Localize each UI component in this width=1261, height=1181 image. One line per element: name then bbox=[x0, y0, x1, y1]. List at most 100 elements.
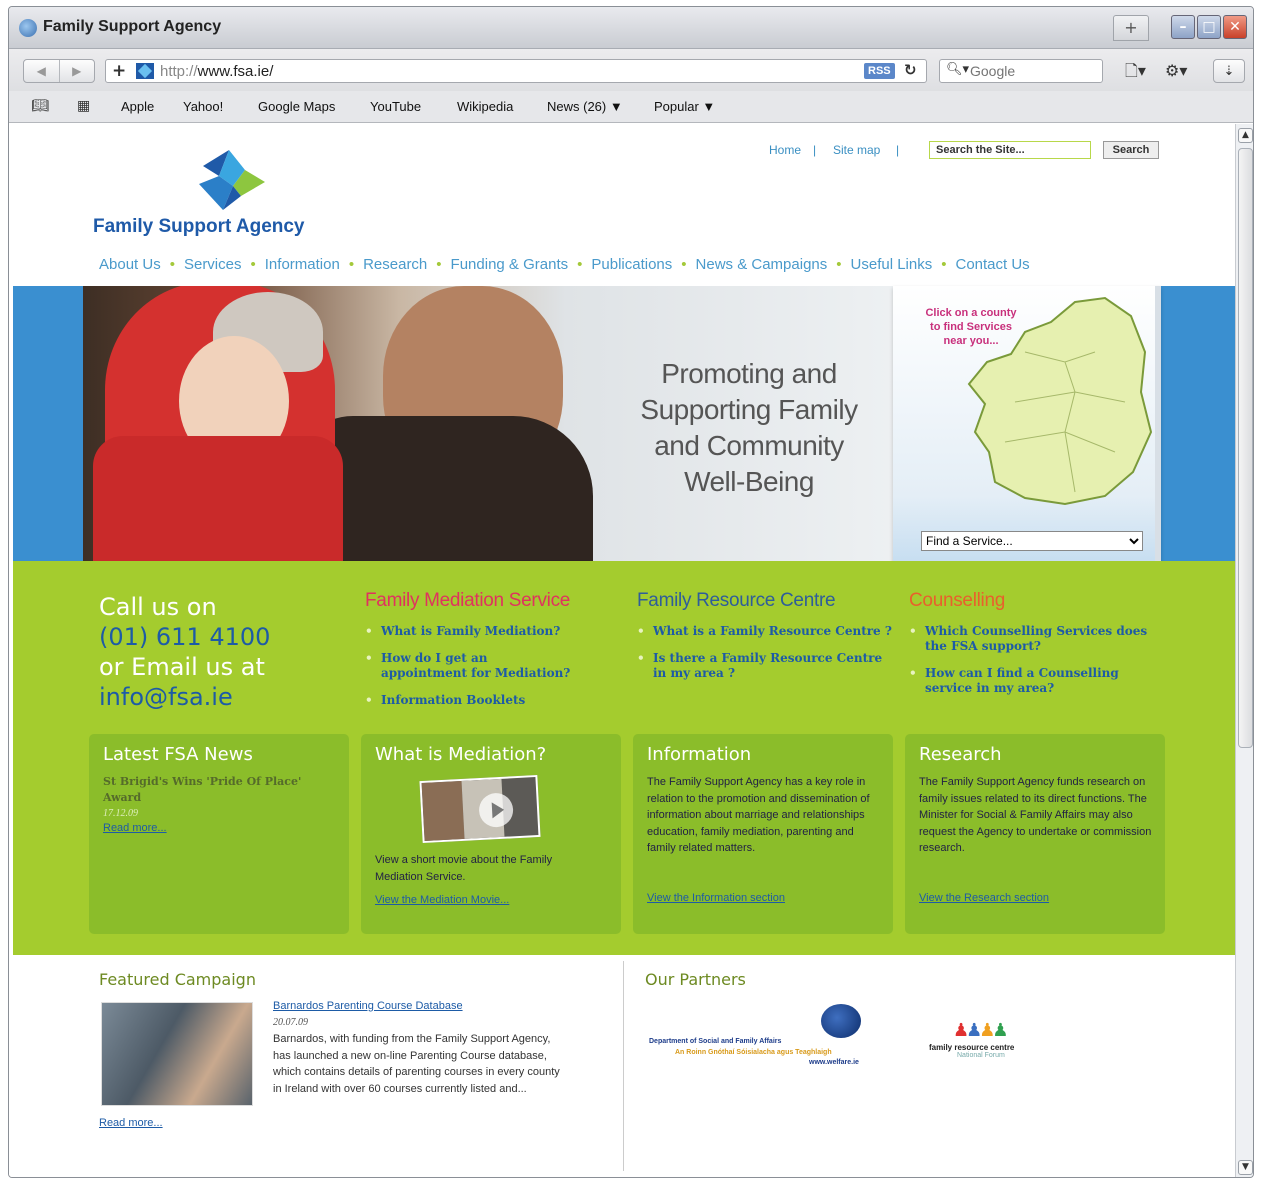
nav-bullet: • bbox=[250, 256, 256, 273]
bookmark-youtube[interactable]: YouTube bbox=[370, 99, 421, 114]
slogan-line: Well-Being bbox=[684, 466, 814, 497]
grid-icon[interactable]: ▦ bbox=[77, 98, 90, 114]
information-box: Information The Family Support Agency ha… bbox=[633, 734, 893, 934]
browser-window: Family Support Agency + – □ ✕ ◀ ▶ + http… bbox=[8, 6, 1254, 1178]
link-frc-in-area[interactable]: Is there a Family Resource Centre in my … bbox=[637, 651, 895, 681]
nav-publications[interactable]: Publications bbox=[587, 256, 676, 273]
web-search-input[interactable] bbox=[970, 62, 1098, 80]
url-text[interactable]: http://www.fsa.ie/ bbox=[160, 63, 273, 80]
bookmarks-bar: 📖︎ ▦ Apple Yahoo! Google Maps YouTube Wi… bbox=[9, 91, 1253, 123]
phone-number[interactable]: (01) 611 4100 bbox=[99, 622, 270, 652]
site-search-button[interactable]: Search bbox=[1103, 141, 1159, 159]
web-search-box[interactable]: 🔍︎▾ bbox=[939, 59, 1103, 83]
link-booklets[interactable]: Information Booklets bbox=[365, 693, 575, 708]
partner-dsfa-logo[interactable]: Department of Social and Family Affairs … bbox=[649, 1000, 879, 1080]
map-hint-line: near you... bbox=[943, 335, 999, 347]
address-bar[interactable]: + http://www.fsa.ie/ RSS ↻ bbox=[105, 59, 927, 83]
resource-centre-title[interactable]: Family Resource Centre bbox=[637, 590, 836, 612]
bookmark-yahoo[interactable]: Yahoo! bbox=[183, 99, 223, 114]
email-line: or Email us at bbox=[99, 653, 265, 681]
site-favicon-icon bbox=[136, 63, 154, 79]
nav-services[interactable]: Services bbox=[180, 256, 246, 273]
information-section-link[interactable]: View the Information section bbox=[647, 892, 785, 904]
nav-bullet: • bbox=[169, 256, 175, 273]
site-search-input[interactable] bbox=[929, 141, 1091, 159]
information-box-text: The Family Support Agency has a key role… bbox=[647, 776, 870, 854]
nav-funding-grants[interactable]: Funding & Grants bbox=[447, 256, 573, 273]
scroll-down-button[interactable]: ▼ bbox=[1238, 1160, 1253, 1175]
downloads-icon[interactable]: ⇣ bbox=[1213, 59, 1245, 83]
counselling-links: Which Counselling Services does the FSA … bbox=[909, 624, 1165, 708]
top-link-home[interactable]: Home bbox=[769, 143, 801, 157]
nav-news-campaigns[interactable]: News & Campaigns bbox=[692, 256, 832, 273]
scrollbar-thumb[interactable] bbox=[1238, 148, 1253, 748]
news-read-more-link[interactable]: Read more... bbox=[103, 822, 167, 834]
news-headline[interactable]: St Brigid's Wins 'Pride Of Place' Award bbox=[103, 774, 323, 806]
logo-text[interactable]: Family Support Agency bbox=[93, 216, 305, 238]
find-service-select[interactable]: Find a Service... bbox=[921, 531, 1143, 551]
slogan-line: and Community bbox=[654, 430, 844, 461]
forward-button[interactable]: ▶ bbox=[60, 60, 95, 82]
minimize-button[interactable]: – bbox=[1171, 15, 1195, 39]
bookmark-apple[interactable]: Apple bbox=[121, 99, 154, 114]
bookmark-news-menu[interactable]: News (26) ▼ bbox=[547, 99, 623, 114]
featured-campaign-photo[interactable] bbox=[101, 1002, 253, 1106]
latest-news-title: Latest FSA News bbox=[103, 744, 253, 765]
play-icon[interactable] bbox=[478, 792, 514, 829]
link-appointment[interactable]: How do I get an appointment for Mediatio… bbox=[365, 651, 575, 681]
link-find-counselling[interactable]: How can I find a Counselling service in … bbox=[909, 666, 1165, 696]
featured-campaign-body: Barnardos, with funding from the Family … bbox=[273, 1033, 560, 1095]
research-box-text: The Family Support Agency funds research… bbox=[919, 776, 1152, 854]
research-section-link[interactable]: View the Research section bbox=[919, 892, 1049, 904]
add-bookmark-icon[interactable]: + bbox=[112, 60, 126, 82]
featured-campaign-date: 20.07.09 bbox=[273, 1017, 308, 1028]
gear-icon[interactable]: ⚙▾ bbox=[1165, 59, 1187, 83]
link-what-is-frc[interactable]: What is a Family Resource Centre ? bbox=[637, 624, 895, 639]
close-button[interactable]: ✕ bbox=[1223, 15, 1247, 39]
url-prefix: http:// bbox=[160, 63, 198, 80]
bookmark-google-maps[interactable]: Google Maps bbox=[258, 99, 335, 114]
mediation-service-title[interactable]: Family Mediation Service bbox=[365, 590, 570, 612]
photo-shape bbox=[93, 436, 343, 561]
featured-campaign-title: Featured Campaign bbox=[99, 970, 256, 989]
nav-bullet: • bbox=[681, 256, 687, 273]
partners-title: Our Partners bbox=[645, 970, 746, 989]
mediation-movie-thumbnail[interactable] bbox=[419, 774, 541, 844]
link-what-is-mediation[interactable]: What is Family Mediation? bbox=[365, 624, 575, 639]
call-line: Call us on bbox=[99, 593, 217, 621]
partner-dsfa-name: Department of Social and Family Affairs bbox=[649, 1038, 782, 1045]
call-us-block: Call us on (01) 611 4100 or Email us at … bbox=[99, 592, 270, 712]
vertical-scrollbar[interactable]: ▲ ▼ bbox=[1235, 124, 1253, 1177]
counselling-title[interactable]: Counselling bbox=[909, 590, 1005, 612]
partner-frc-logo[interactable]: ♟♟♟♟ family resource centre National For… bbox=[929, 1000, 1049, 1080]
slogan-line: Supporting Family bbox=[640, 394, 858, 425]
mediation-movie-link[interactable]: View the Mediation Movie... bbox=[375, 894, 509, 906]
scroll-up-button[interactable]: ▲ bbox=[1238, 128, 1253, 143]
nav-contact-us[interactable]: Contact Us bbox=[951, 256, 1033, 273]
featured-campaign-link[interactable]: Barnardos Parenting Course Database bbox=[273, 1000, 463, 1012]
featured-read-more-link[interactable]: Read more... bbox=[99, 1117, 163, 1129]
maximize-button[interactable]: □ bbox=[1197, 15, 1221, 39]
top-link-sitemap[interactable]: Site map bbox=[833, 143, 880, 157]
email-link[interactable]: info@fsa.ie bbox=[99, 682, 270, 712]
book-icon[interactable]: 📖︎ bbox=[31, 98, 49, 114]
nav-about-us[interactable]: About Us bbox=[95, 256, 165, 273]
nav-information[interactable]: Information bbox=[261, 256, 344, 273]
rss-button[interactable]: RSS bbox=[864, 63, 895, 79]
back-button[interactable]: ◀ bbox=[24, 60, 60, 82]
map-hint-line: to find Services bbox=[930, 321, 1012, 333]
link-counselling-services[interactable]: Which Counselling Services does the FSA … bbox=[909, 624, 1165, 654]
bookmark-wikipedia[interactable]: Wikipedia bbox=[457, 99, 513, 114]
partner-frc-name: family resource centre bbox=[929, 1043, 1015, 1052]
reload-icon[interactable]: ↻ bbox=[904, 61, 917, 79]
search-icon[interactable]: 🔍︎▾ bbox=[946, 62, 969, 77]
partner-frc-subtitle: National Forum bbox=[957, 1052, 1005, 1059]
fsa-logo-icon[interactable] bbox=[189, 146, 269, 218]
mediation-box-title: What is Mediation? bbox=[375, 744, 547, 765]
window-title: Family Support Agency bbox=[43, 18, 222, 35]
nav-research[interactable]: Research bbox=[359, 256, 431, 273]
page-menu-icon[interactable]: 🗋▾ bbox=[1125, 59, 1146, 83]
bookmark-popular-menu[interactable]: Popular ▼ bbox=[654, 99, 715, 114]
new-tab-button[interactable]: + bbox=[1113, 15, 1149, 41]
nav-useful-links[interactable]: Useful Links bbox=[847, 256, 937, 273]
